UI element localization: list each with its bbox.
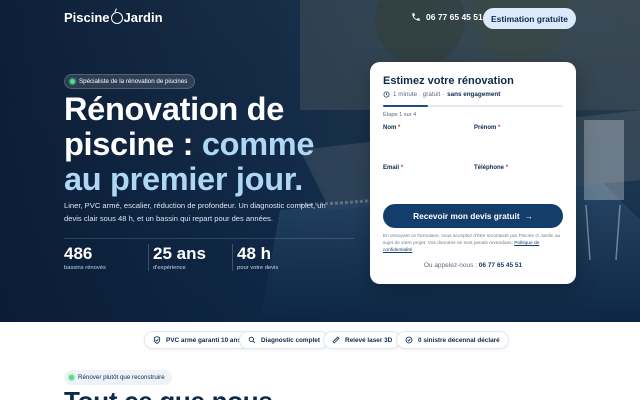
hero-lead: Liner, PVC armé, escalier, réduction de … xyxy=(64,201,326,223)
form-title: Estimez votre rénovation xyxy=(383,75,514,87)
hero-badge-label: Spécialiste de la rénovation de piscines xyxy=(79,78,188,85)
submit-quote-button[interactable]: Recevoir mon devis gratuit → xyxy=(383,204,563,228)
search-icon xyxy=(248,336,256,344)
trust-chip: Diagnostic complet xyxy=(239,331,329,349)
form-progress-fill xyxy=(383,105,428,107)
top-nav: Piscine Jardin 06 77 65 45 51 Estimation… xyxy=(0,0,640,36)
section-badge-label: Rénover plutôt que reconstruire xyxy=(78,374,165,381)
stat-label: pour votre devis xyxy=(237,265,279,271)
section-badge: Rénover plutôt que reconstruire xyxy=(64,370,172,385)
stat-value: 486 xyxy=(64,244,93,263)
check-circle-icon xyxy=(405,336,413,344)
form-subtitle-bold: sans engagement xyxy=(447,91,501,98)
hero-section: Piscine Jardin 06 77 65 45 51 Estimation… xyxy=(0,0,640,322)
nom-label: Nom * xyxy=(383,125,401,131)
estimation-button[interactable]: Estimation gratuite xyxy=(483,8,576,29)
form-subtitle: 1 minute · gratuit · sans engagement xyxy=(383,91,500,98)
email-field[interactable] xyxy=(383,174,469,194)
phone-icon xyxy=(412,13,420,21)
telephone-field[interactable] xyxy=(474,174,563,194)
header-phone-number: 06 77 65 45 51 xyxy=(426,12,483,22)
brand-name-left: Piscine xyxy=(64,10,110,25)
shield-icon xyxy=(153,336,161,344)
brand-logo[interactable]: Piscine Jardin xyxy=(64,10,163,25)
hero-badge: Spécialiste de la rénovation de piscines xyxy=(64,74,196,89)
hero-title-line1: Rénovation de xyxy=(64,91,285,127)
form-legal-text: En envoyant ce formulaire, vous acceptez… xyxy=(383,234,561,253)
header-phone-link[interactable]: 06 77 65 45 51 xyxy=(411,12,483,22)
trust-strip: PVC armé garanti 10 ans Diagnostic compl… xyxy=(0,322,640,360)
estimate-form-card: Estimez votre rénovation 1 minute · grat… xyxy=(370,62,576,284)
brand-name-right: Jardin xyxy=(123,10,163,25)
stats-divider xyxy=(64,238,354,239)
drop-icon xyxy=(110,11,123,24)
stat-label: bassins rénovés xyxy=(64,265,106,271)
form-call-phone[interactable]: 06 77 65 45 51 xyxy=(479,262,522,269)
hero-stats: 486 bassins rénovés 25 ans d'expérience … xyxy=(64,244,316,271)
submit-label: Recevoir mon devis gratuit xyxy=(413,211,520,221)
form-subtitle-plain: 1 minute · gratuit · xyxy=(393,91,445,98)
status-dot-icon xyxy=(70,79,75,84)
form-step-indicator: Étape 1 sur 4 xyxy=(383,112,417,118)
section-title: Tout ce que nous xyxy=(64,386,273,400)
stat-label: d'expérience xyxy=(153,265,186,271)
stat-item: 48 h pour votre devis xyxy=(232,244,316,271)
arrow-right-icon: → xyxy=(524,211,533,221)
prenom-field[interactable] xyxy=(474,134,563,154)
hero-title: Rénovation de piscine : comme au premier… xyxy=(64,92,354,197)
trust-chip: PVC armé garanti 10 ans xyxy=(144,331,250,349)
form-call-line: Ou appelez-nous : 06 77 65 45 51 xyxy=(423,262,523,269)
telephone-label: Téléphone * xyxy=(474,165,509,171)
form-progress-bar xyxy=(383,105,563,107)
stat-value: 48 h xyxy=(237,244,272,263)
ruler-icon xyxy=(332,336,340,344)
trust-chip: 0 sinistre décennal déclaré xyxy=(396,331,509,349)
hero-title-accent2: au premier jour. xyxy=(64,161,304,197)
hero-title-accent1: comme xyxy=(201,126,315,162)
nom-field[interactable] xyxy=(383,134,469,154)
stat-item: 486 bassins rénovés xyxy=(64,244,148,271)
stat-value: 25 ans xyxy=(153,244,206,263)
status-dot-icon xyxy=(69,375,74,380)
trust-chip: Relevé laser 3D xyxy=(323,331,402,349)
stat-item: 25 ans d'expérience xyxy=(148,244,232,271)
hero-title-line2: piscine : xyxy=(64,126,202,162)
prenom-label: Prénom * xyxy=(474,125,501,131)
email-label: Email * xyxy=(383,165,404,171)
clock-icon xyxy=(383,91,390,98)
